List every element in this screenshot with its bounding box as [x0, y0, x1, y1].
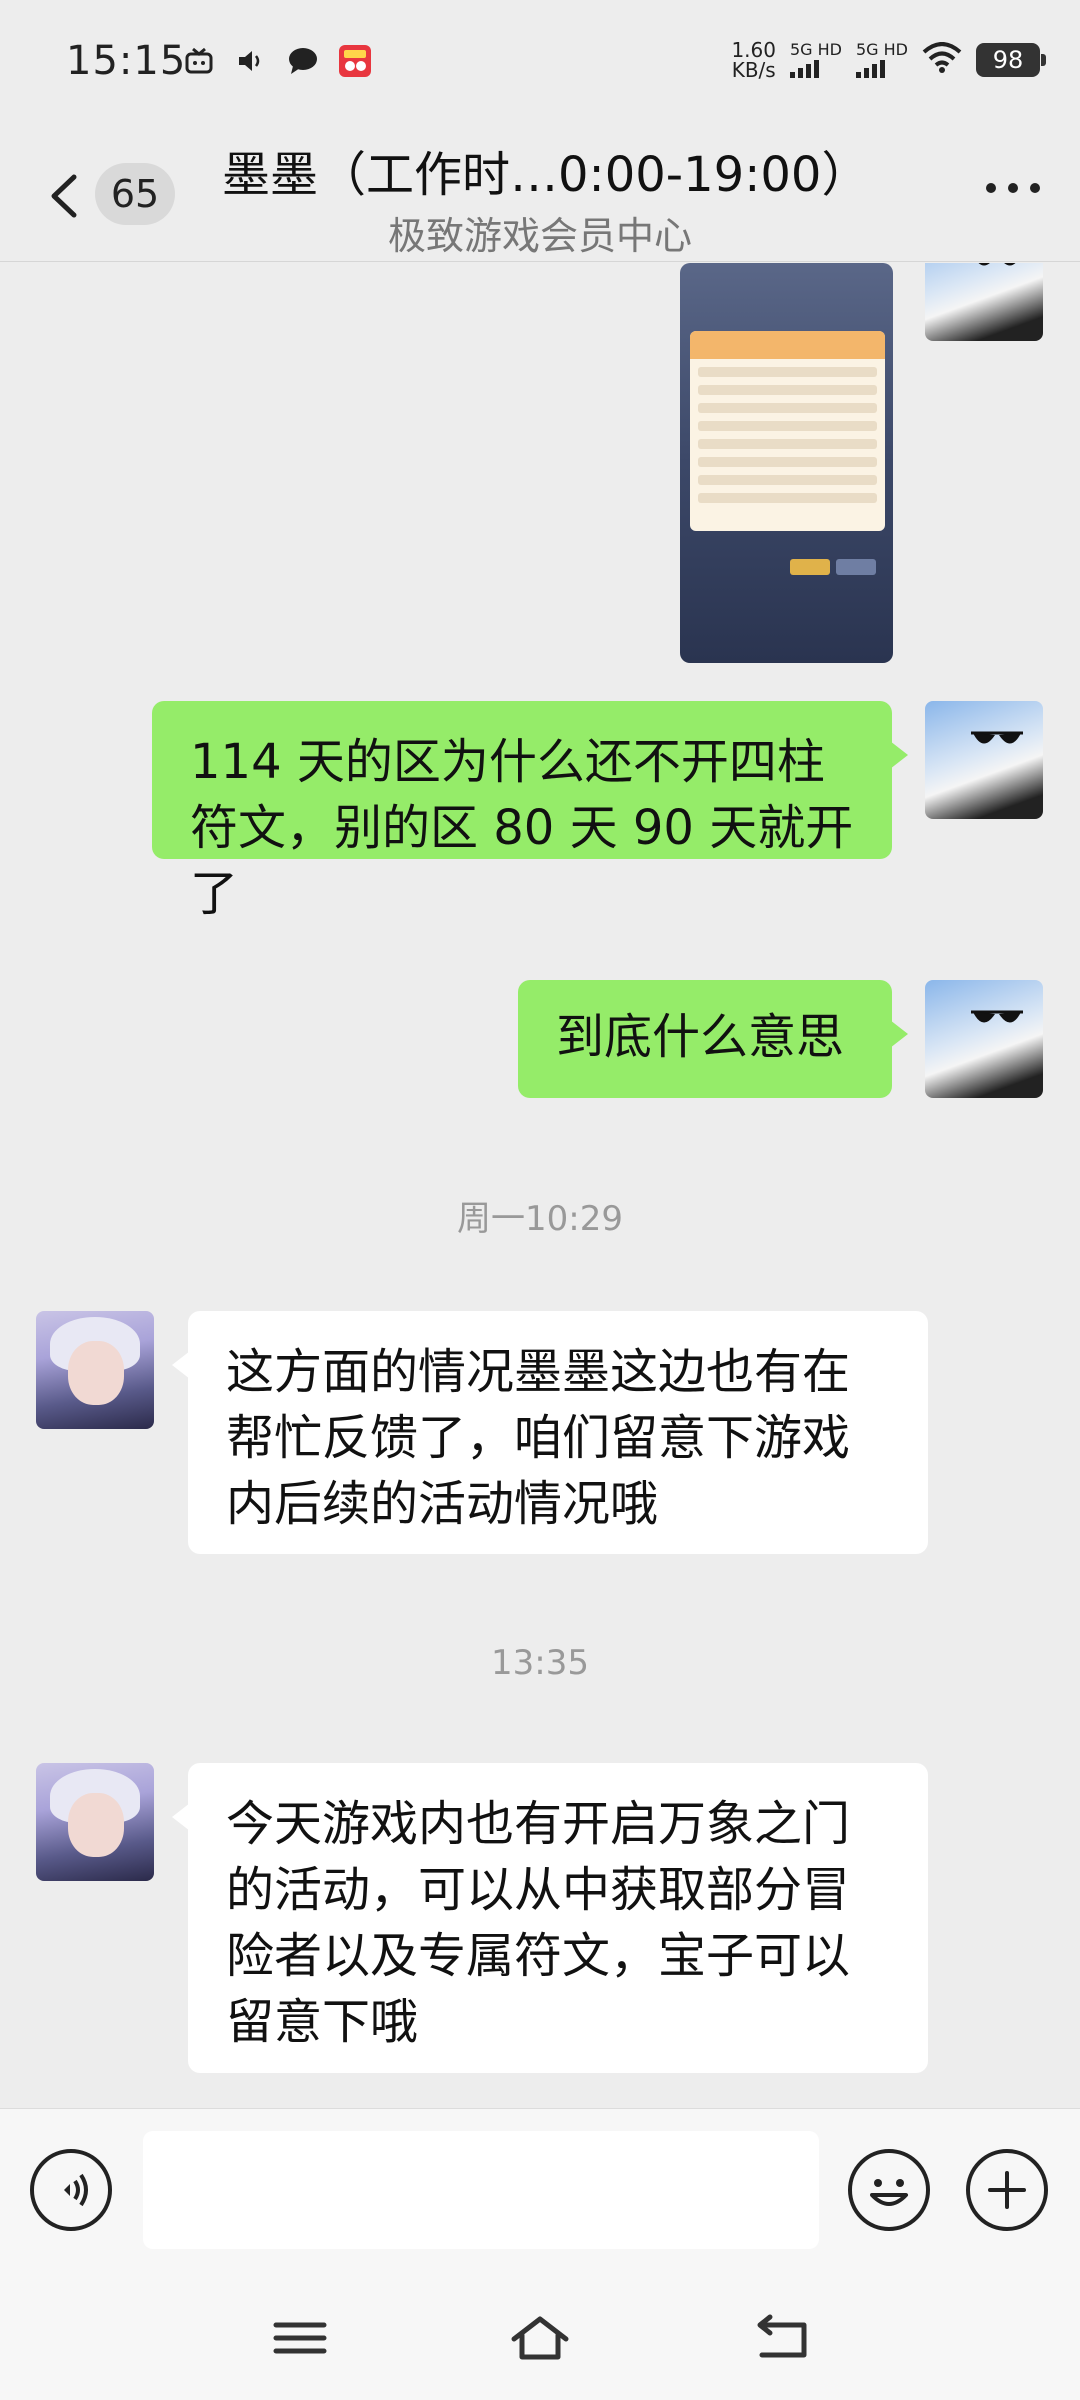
image-preview — [690, 331, 885, 531]
avatar[interactable] — [36, 1763, 154, 1881]
chat-header: 65 墨墨（工作时…0:00-19:00） 极致游戏会员中心 — [0, 125, 1080, 262]
more-functions-button[interactable] — [966, 2149, 1048, 2231]
avatar[interactable] — [925, 980, 1043, 1098]
smiley-icon — [870, 2179, 908, 2206]
battery-indicator: 98 — [976, 43, 1046, 77]
chat-subtitle: 极致游戏会员中心 — [387, 214, 692, 258]
home-icon[interactable] — [510, 2313, 570, 2363]
plus-icon — [988, 2171, 1026, 2209]
input-bar — [0, 2108, 1080, 2273]
speed-unit: KB/s — [731, 58, 776, 82]
message-list[interactable]: 114 天的区为什么还不开四柱符文，别的区 80 天 90 天就开了 到底什么意… — [0, 263, 1080, 2108]
timestamp: 周一10:29 — [457, 1199, 623, 1239]
wifi-icon — [922, 42, 962, 78]
more-options-button[interactable] — [986, 183, 1040, 193]
notification-icons — [182, 44, 372, 78]
sim1-signal: 5G HD — [789, 40, 842, 78]
chat-title: 墨墨（工作时…0:00-19:00） — [222, 147, 862, 203]
status-right: 1.60 KB/s 5G HD 5G HD 98 — [731, 40, 1046, 80]
sim2-signal: 5G HD — [855, 40, 908, 78]
network-speed: 1.60 KB/s — [731, 40, 776, 80]
sim1-label: 5G HD — [789, 40, 842, 59]
image-message[interactable] — [680, 263, 893, 663]
signal-bars-icon — [855, 60, 885, 78]
game-app-icon — [338, 44, 372, 78]
message-bubble-received[interactable]: 这方面的情况墨墨这边也有在帮忙反馈了，咱们留意下游戏内后续的活动情况哦 — [172, 1311, 928, 1554]
tv-icon — [182, 44, 216, 78]
system-navigation-bar — [0, 2273, 1080, 2400]
message-bubble-sent[interactable]: 到底什么意思 — [518, 980, 908, 1098]
message-input[interactable] — [143, 2131, 819, 2249]
avatar[interactable] — [925, 263, 1043, 341]
voice-input-button[interactable] — [30, 2149, 112, 2231]
message-bubble-sent[interactable]: 114 天的区为什么还不开四柱符文，别的区 80 天 90 天就开了 — [152, 701, 908, 922]
emoji-button[interactable] — [848, 2149, 930, 2231]
status-bar: 15:15 1.60 KB/s 5G HD 5G HD 98 — [0, 0, 1080, 125]
menu-icon[interactable] — [270, 2313, 330, 2363]
status-time: 15:15 — [66, 38, 187, 84]
message-bubble-icon — [286, 44, 320, 78]
avatar[interactable] — [925, 701, 1043, 819]
message-bubble-received[interactable]: 今天游戏内也有开启万象之门的活动，可以从中获取部分冒险者以及专属符文，宝子可以留… — [172, 1763, 928, 2073]
timestamp: 13:35 — [491, 1643, 589, 1683]
speed-value: 1.60 — [731, 38, 776, 62]
avatar[interactable] — [36, 1311, 154, 1429]
back-nav-icon[interactable] — [752, 2313, 812, 2363]
signal-bars-icon — [789, 60, 819, 78]
sim2-label: 5G HD — [855, 40, 908, 59]
voice-icon — [64, 2173, 88, 2207]
volume-icon — [234, 44, 268, 78]
